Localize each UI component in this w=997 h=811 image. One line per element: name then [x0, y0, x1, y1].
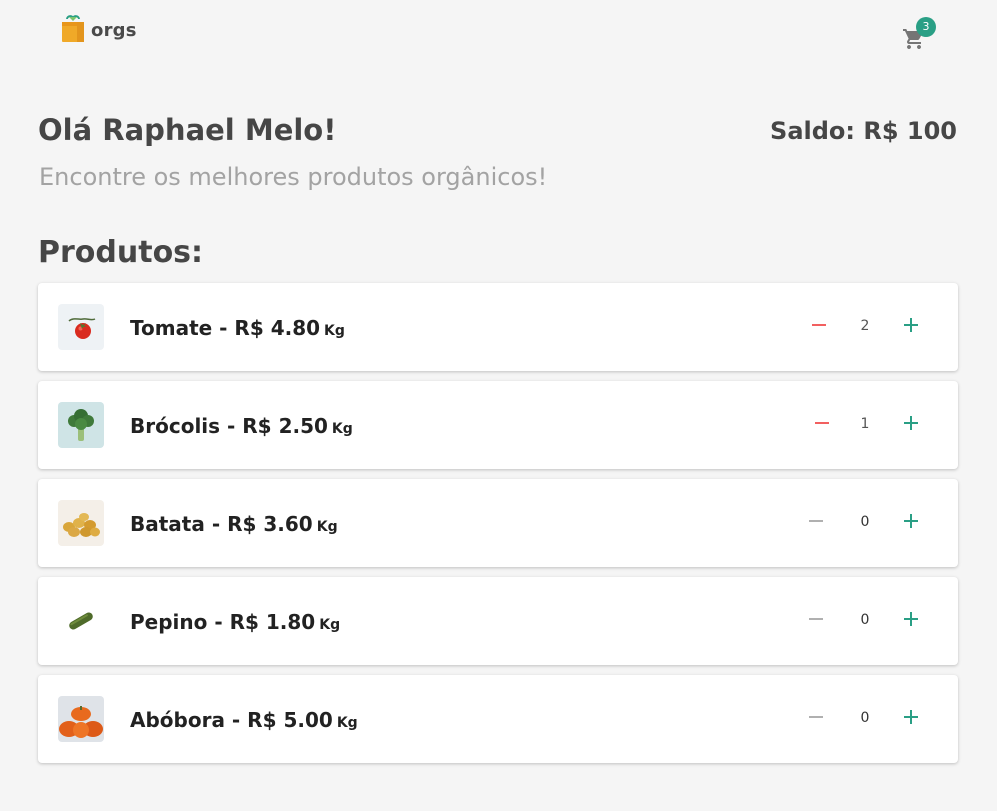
quantity-stepper: 1: [800, 406, 930, 444]
quantity-value: 1: [860, 416, 870, 432]
minus-icon: [808, 611, 824, 631]
plus-icon: [903, 709, 919, 729]
pumpkin-image: [58, 696, 104, 742]
product-card: Abóbora - R$ 5.00 Kg 0: [38, 675, 958, 763]
quantity-value: 0: [860, 612, 870, 628]
quantity-stepper: 2: [800, 308, 930, 346]
cucumber-image: [58, 598, 104, 644]
product-name-price: Pepino - R$ 1.80: [130, 610, 316, 634]
decrease-button[interactable]: [797, 504, 835, 542]
increase-button[interactable]: [892, 308, 930, 346]
quantity-value: 2: [860, 318, 870, 334]
product-name-price: Tomate - R$ 4.80: [130, 316, 321, 340]
broccoli-image: [58, 402, 104, 448]
product-name-price: Brócolis - R$ 2.50: [130, 414, 328, 438]
product-card: Brócolis - R$ 2.50 Kg 1: [38, 381, 958, 469]
product-unit: Kg: [331, 421, 353, 437]
increase-button[interactable]: [892, 406, 930, 444]
tomato-image: [58, 304, 104, 350]
potato-image: [58, 500, 104, 546]
cart-count-badge: 3: [916, 17, 936, 37]
increase-button[interactable]: [892, 700, 930, 738]
product-name: Tomate - R$ 4.80 Kg: [130, 316, 345, 340]
cart-icon: [902, 29, 926, 55]
decrease-button[interactable]: [803, 406, 841, 444]
decrease-button[interactable]: [797, 700, 835, 738]
increase-button[interactable]: [892, 602, 930, 640]
minus-icon: [811, 317, 827, 337]
quantity-value: 0: [860, 514, 870, 530]
balance-label: Saldo: R$ 100: [770, 117, 957, 145]
product-unit: Kg: [336, 715, 358, 731]
increase-button[interactable]: [892, 504, 930, 542]
logo-text: orgs: [91, 19, 137, 41]
product-list: Tomate - R$ 4.80 Kg 2 Brócolis - R$ 2.50 K…: [38, 283, 958, 773]
plus-icon: [903, 513, 919, 533]
product-card: Batata - R$ 3.60 Kg 0: [38, 479, 958, 567]
decrease-button[interactable]: [800, 308, 838, 346]
product-card: Tomate - R$ 4.80 Kg 2: [38, 283, 958, 371]
shopping-bag-icon: [60, 15, 86, 47]
product-name: Pepino - R$ 1.80 Kg: [130, 610, 340, 634]
greeting-title: Olá Raphael Melo!: [38, 113, 337, 147]
greeting-subtitle: Encontre os melhores produtos orgânicos!: [39, 163, 548, 191]
decrease-button[interactable]: [797, 602, 835, 640]
plus-icon: [903, 415, 919, 435]
product-unit: Kg: [324, 323, 345, 339]
quantity-stepper: 0: [800, 602, 930, 640]
product-unit: Kg: [316, 519, 338, 535]
products-section-title: Produtos:: [38, 235, 204, 270]
minus-icon: [808, 513, 824, 533]
minus-icon: [808, 709, 824, 729]
product-name: Batata - R$ 3.60 Kg: [130, 512, 338, 536]
plus-icon: [903, 611, 919, 631]
product-unit: Kg: [319, 617, 341, 633]
product-name-price: Abóbora - R$ 5.00: [130, 708, 333, 732]
product-name-price: Batata - R$ 3.60: [130, 512, 313, 536]
product-name: Abóbora - R$ 5.00 Kg: [130, 708, 358, 732]
cart-button[interactable]: 3: [902, 17, 936, 51]
logo: orgs: [60, 15, 137, 47]
quantity-stepper: 0: [800, 504, 930, 542]
plus-icon: [903, 317, 919, 337]
product-name: Brócolis - R$ 2.50 Kg: [130, 414, 353, 438]
quantity-value: 0: [860, 710, 870, 726]
quantity-stepper: 0: [800, 700, 930, 738]
minus-icon: [814, 415, 830, 435]
product-card: Pepino - R$ 1.80 Kg 0: [38, 577, 958, 665]
